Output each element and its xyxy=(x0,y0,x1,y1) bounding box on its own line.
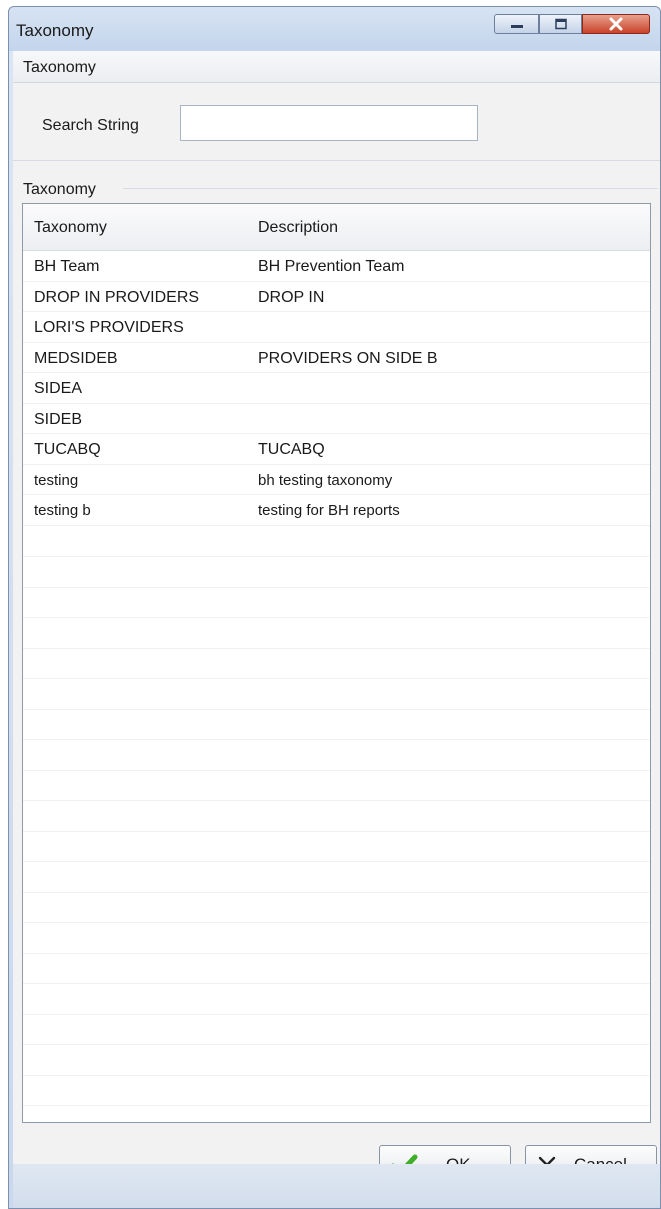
table-row[interactable]: SIDEB xyxy=(23,404,650,434)
maximize-icon xyxy=(554,18,567,30)
grid-line xyxy=(23,800,650,801)
grid-header: Taxonomy Description xyxy=(23,204,650,251)
table-row[interactable]: testing b testing for BH reports xyxy=(23,495,650,526)
description-cell: testing for BH reports xyxy=(258,502,400,519)
taxonomy-cell: TUCABQ xyxy=(34,441,101,458)
list-group-title: Taxonomy xyxy=(23,181,96,198)
description-cell: TUCABQ xyxy=(258,441,325,458)
taxonomy-cell: DROP IN PROVIDERS xyxy=(34,288,200,306)
grid-line xyxy=(23,556,650,557)
minimize-button[interactable] xyxy=(494,14,539,34)
close-icon xyxy=(609,17,623,31)
grid-line xyxy=(23,1074,650,1076)
description-cell: BH Prevention Team xyxy=(258,258,405,275)
taxonomy-cell: SIDEA xyxy=(34,380,83,397)
taxonomy-cell: LORI'S PROVIDERS xyxy=(34,319,184,336)
grid-line xyxy=(23,983,650,984)
description-cell: PROVIDERS ON SIDE B xyxy=(258,349,438,367)
grid-line xyxy=(23,586,650,588)
window-title: Taxonomy xyxy=(16,21,94,40)
description-cell: bh testing taxonomy xyxy=(258,471,393,489)
taxonomy-cell: testing b xyxy=(34,502,91,519)
grid-line xyxy=(23,1013,650,1015)
table-row[interactable]: testing bh testing taxonomy xyxy=(23,465,650,495)
taxonomy-grid[interactable]: Taxonomy Description BH Team BH Preventi… xyxy=(22,203,651,1123)
grid-line xyxy=(23,678,650,679)
close-button[interactable] xyxy=(582,14,650,34)
grid-line xyxy=(23,891,650,893)
grid-line xyxy=(23,952,650,954)
grid-line xyxy=(23,922,650,923)
minimize-icon xyxy=(510,25,523,28)
grid-line xyxy=(23,1105,650,1106)
grid-line xyxy=(23,830,650,832)
grid-line xyxy=(23,769,650,771)
table-row[interactable]: MEDSIDEB PROVIDERS ON SIDE B xyxy=(23,343,650,373)
description-cell: DROP IN xyxy=(258,288,325,306)
grid-line xyxy=(23,647,650,649)
dialog-body: Taxonomy Search String Taxonomy Taxonomy… xyxy=(13,51,660,1208)
search-group-title: Taxonomy xyxy=(23,59,96,76)
search-group-header: Taxonomy xyxy=(13,51,660,83)
table-row[interactable]: LORI'S PROVIDERS xyxy=(23,312,650,343)
taxonomy-cell: testing xyxy=(34,471,79,489)
grid-line xyxy=(23,739,650,740)
grid-rows: BH Team BH Prevention Team DROP IN PROVI… xyxy=(23,251,650,526)
table-row[interactable]: DROP IN PROVIDERS DROP IN xyxy=(23,282,650,312)
taxonomy-cell: BH Team xyxy=(34,258,100,275)
title-bar[interactable]: Taxonomy xyxy=(9,7,660,51)
table-row[interactable]: BH Team BH Prevention Team xyxy=(23,251,650,282)
grid-line xyxy=(23,861,650,862)
search-input[interactable] xyxy=(180,105,478,141)
maximize-button[interactable] xyxy=(539,14,582,34)
table-row[interactable]: TUCABQ TUCABQ xyxy=(23,434,650,465)
group-divider xyxy=(13,160,660,161)
column-header-taxonomy[interactable]: Taxonomy xyxy=(34,219,107,237)
list-group-rule xyxy=(123,188,658,189)
taxonomy-cell: MEDSIDEB xyxy=(34,349,118,367)
search-string-label: Search String xyxy=(42,117,139,134)
taxonomy-dialog: Taxonomy Taxonomy Search String Taxonomy xyxy=(8,6,661,1209)
column-header-description[interactable]: Description xyxy=(258,219,338,237)
table-row[interactable]: SIDEA xyxy=(23,373,650,404)
grid-line xyxy=(23,1044,650,1045)
taxonomy-cell: SIDEB xyxy=(34,410,83,428)
grid-line xyxy=(23,617,650,618)
status-strip xyxy=(13,1164,660,1208)
grid-line xyxy=(23,708,650,710)
